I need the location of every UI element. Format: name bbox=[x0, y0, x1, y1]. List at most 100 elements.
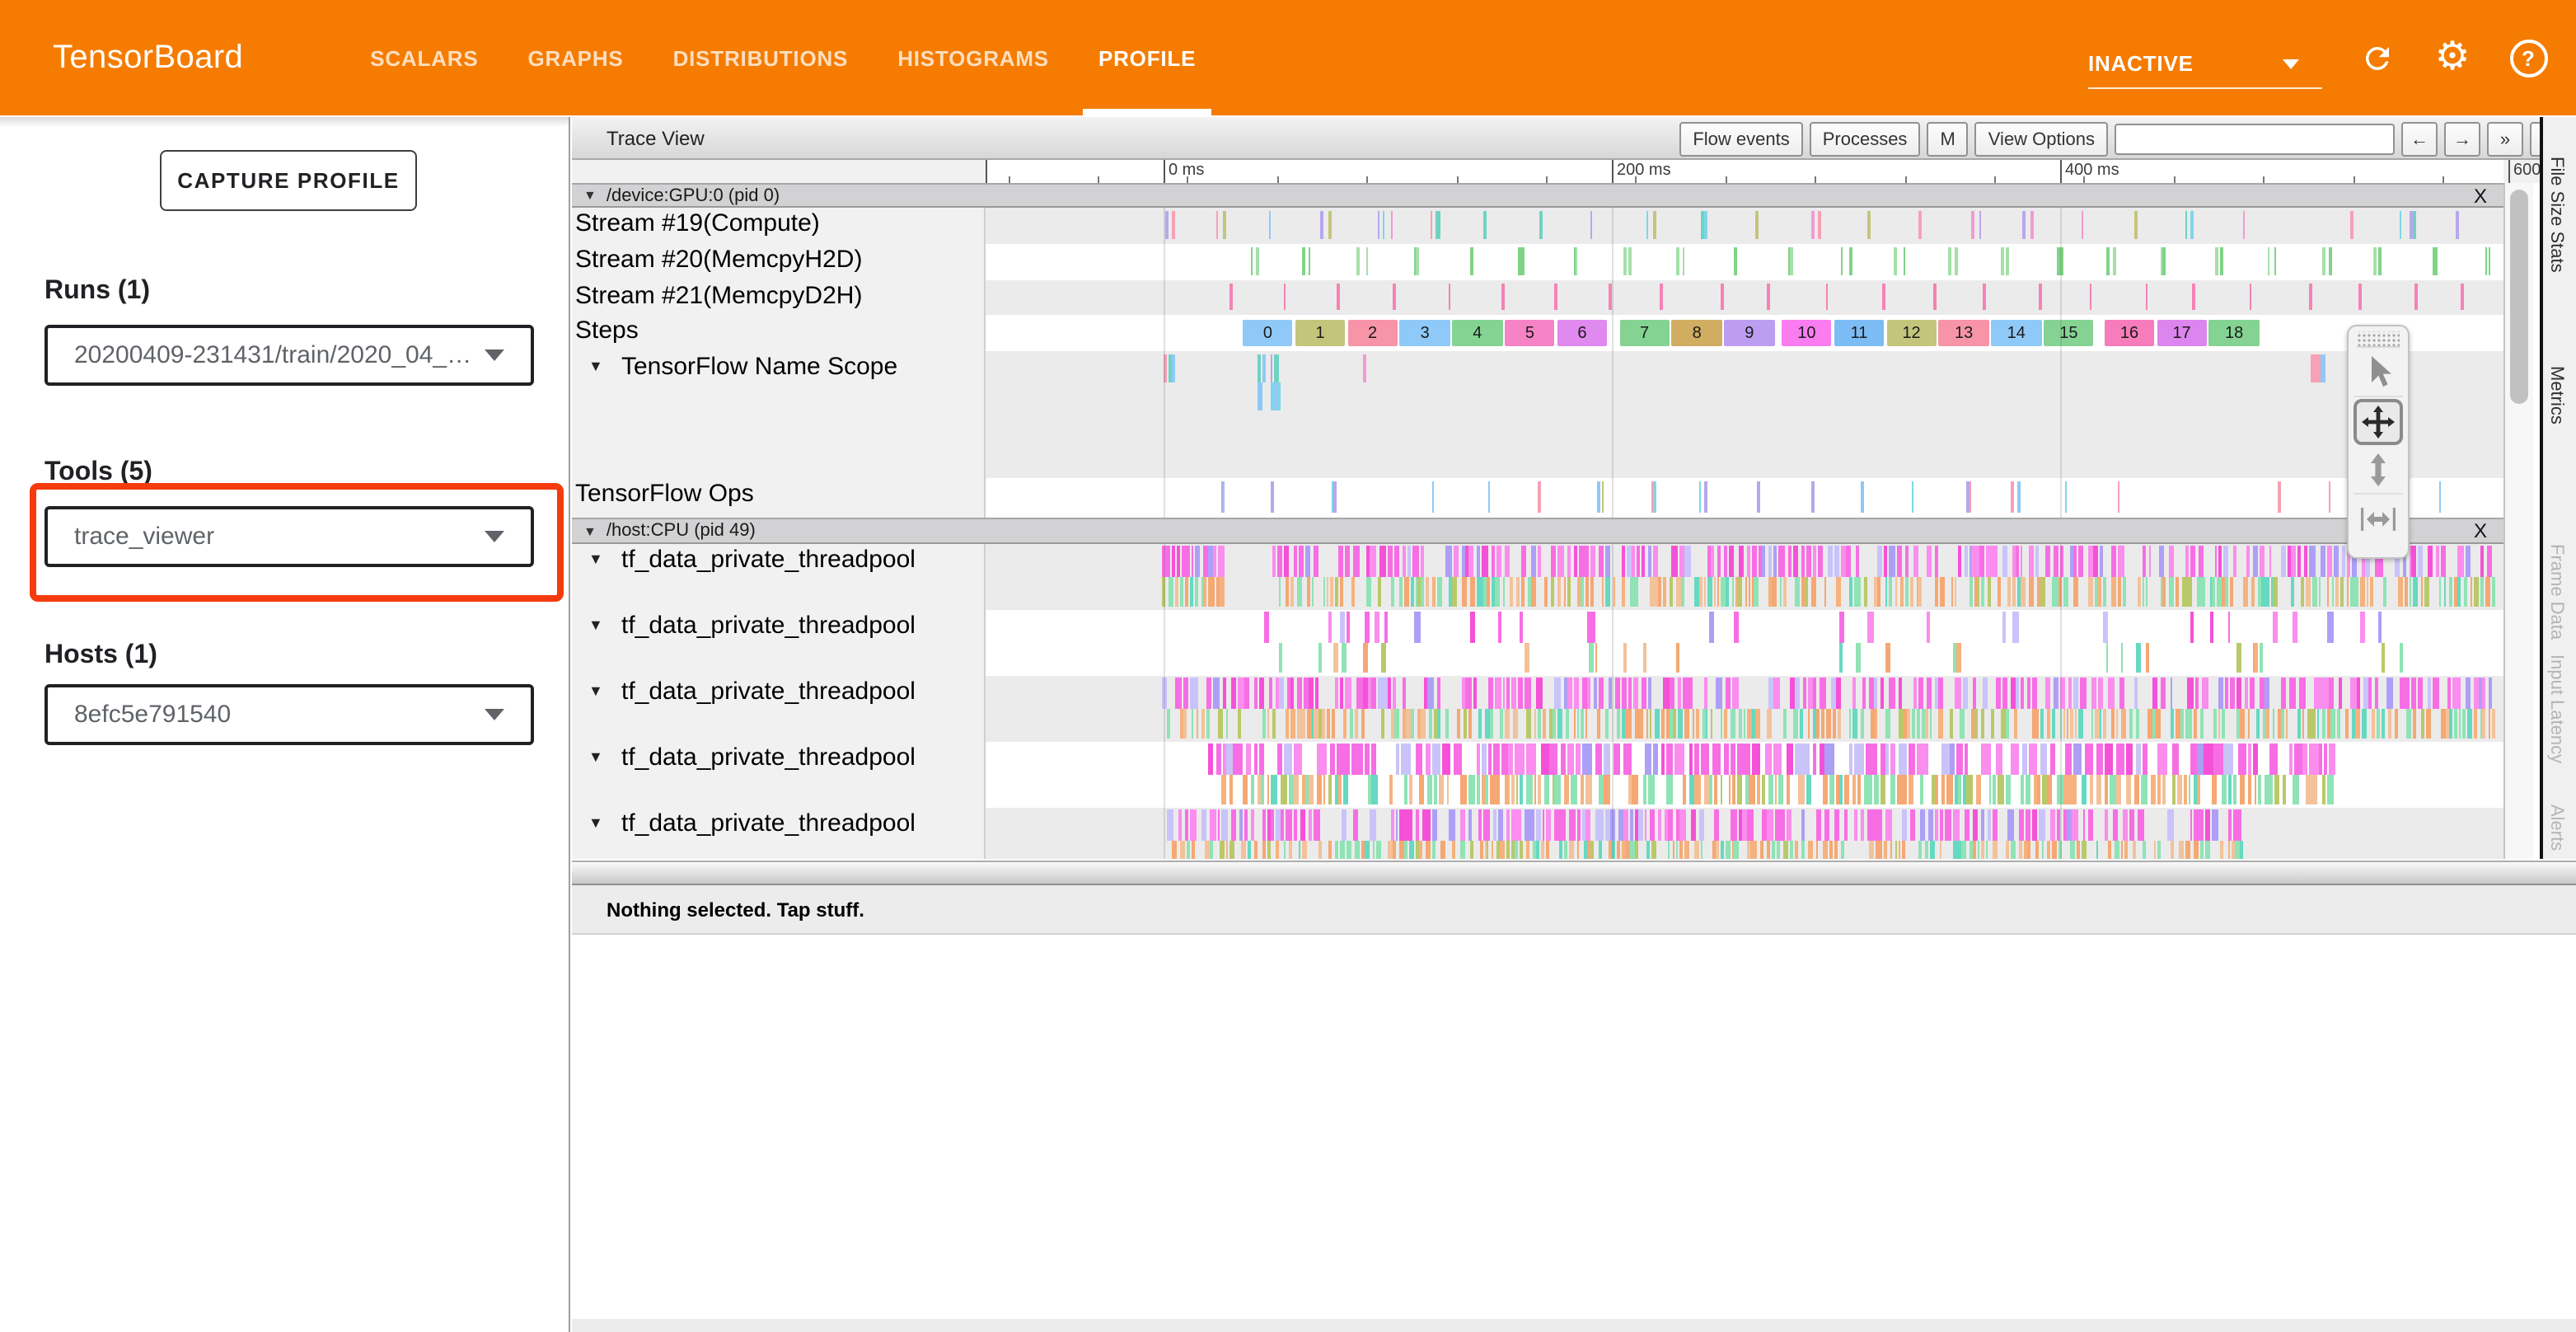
processes-button[interactable]: Processes bbox=[1810, 122, 1921, 157]
track-label[interactable]: ▼tf_data_private_threadpool bbox=[572, 610, 986, 676]
trace-event bbox=[1486, 775, 1489, 804]
track-events[interactable] bbox=[986, 244, 2503, 280]
tools-select[interactable]: trace_viewer bbox=[44, 506, 534, 567]
trace-event bbox=[2426, 709, 2430, 739]
tab-scalars[interactable]: SCALARS bbox=[345, 0, 503, 115]
hosts-select[interactable]: 8efc5e791540 bbox=[44, 684, 534, 745]
step-block[interactable]: 11 bbox=[1834, 320, 1885, 346]
step-block[interactable]: 15 bbox=[2044, 320, 2094, 346]
collapse-arrow-icon[interactable]: ▼ bbox=[588, 617, 603, 633]
step-block[interactable]: 0 bbox=[1243, 320, 1293, 346]
step-block[interactable]: 17 bbox=[2157, 320, 2207, 346]
track-events[interactable] bbox=[986, 676, 2503, 742]
step-block[interactable]: 13 bbox=[1939, 320, 1989, 346]
pan-tool[interactable] bbox=[2354, 399, 2403, 445]
step-block[interactable]: 6 bbox=[1557, 320, 1608, 346]
pan-right-button[interactable]: → bbox=[2444, 122, 2480, 157]
step-block[interactable]: 9 bbox=[1724, 320, 1774, 346]
scrollbar-thumb[interactable] bbox=[2510, 190, 2528, 404]
zoom-tool[interactable] bbox=[2354, 447, 2403, 495]
view-options-button[interactable]: View Options bbox=[1975, 122, 2108, 157]
close-section-button[interactable]: X bbox=[2474, 519, 2487, 542]
side-tab-frame-data[interactable]: Frame Data bbox=[2546, 544, 2566, 640]
pan-left-button[interactable]: ← bbox=[2401, 122, 2438, 157]
timing-tool[interactable] bbox=[2354, 496, 2403, 542]
step-block[interactable]: 2 bbox=[1347, 320, 1398, 346]
step-block[interactable]: 18 bbox=[2209, 320, 2260, 346]
side-tab-alerts[interactable]: Alerts bbox=[2546, 804, 2566, 851]
step-block[interactable]: 10 bbox=[1782, 320, 1832, 346]
track-events[interactable] bbox=[986, 478, 2503, 518]
side-tab-input-latency[interactable]: Input Latency bbox=[2546, 654, 2566, 763]
select-tool[interactable] bbox=[2354, 349, 2403, 397]
collapse-arrow-icon[interactable]: ▼ bbox=[588, 748, 603, 765]
trace-event bbox=[1567, 678, 1571, 709]
trace-event bbox=[2096, 743, 2103, 775]
track-label[interactable]: Stream #20(MemcpyH2D) bbox=[572, 244, 986, 280]
track-events[interactable] bbox=[986, 610, 2503, 676]
track-label[interactable]: ▼tf_data_private_threadpool bbox=[572, 808, 986, 859]
track-label[interactable]: ▼tf_data_private_threadpool bbox=[572, 676, 986, 742]
track-label[interactable]: TensorFlow Ops bbox=[572, 478, 986, 518]
side-tab-metrics[interactable]: Metrics bbox=[2546, 366, 2566, 424]
splitter[interactable] bbox=[572, 861, 2576, 885]
step-block[interactable]: 8 bbox=[1672, 320, 1722, 346]
trace-search-input[interactable] bbox=[2115, 124, 2395, 155]
collapse-arrow-icon[interactable]: ▼ bbox=[583, 188, 597, 203]
track-label[interactable]: Stream #19(Compute) bbox=[572, 208, 986, 244]
collapse-arrow-icon[interactable]: ▼ bbox=[588, 682, 603, 699]
process-section-header[interactable]: ▼/device:GPU:0 (pid 0)X bbox=[572, 183, 2503, 208]
runs-select[interactable]: 20200409-231431/train/2020_04_… bbox=[44, 325, 534, 386]
step-block[interactable]: 1 bbox=[1295, 320, 1346, 346]
flow-events-button[interactable]: Flow events bbox=[1679, 122, 1802, 157]
trace-event bbox=[2073, 678, 2077, 709]
side-tab-file-size-stats[interactable]: File Size Stats bbox=[2546, 157, 2566, 273]
vertical-scrollbar[interactable] bbox=[2503, 183, 2533, 859]
step-block[interactable]: 12 bbox=[1886, 320, 1937, 346]
step-block[interactable]: 14 bbox=[1991, 320, 2041, 346]
track-label[interactable]: ▼TensorFlow Name Scope bbox=[572, 351, 986, 478]
tab-profile[interactable]: PROFILE bbox=[1074, 0, 1220, 115]
track-events[interactable] bbox=[986, 742, 2503, 808]
track-events[interactable] bbox=[986, 544, 2503, 610]
step-block[interactable]: 4 bbox=[1452, 320, 1502, 346]
collapse-arrow-icon[interactable]: ▼ bbox=[588, 358, 603, 374]
collapse-arrow-icon[interactable]: ▼ bbox=[588, 551, 603, 567]
help-button[interactable]: ? bbox=[2507, 36, 2550, 79]
trace-event bbox=[2185, 841, 2190, 859]
step-block[interactable]: 5 bbox=[1505, 320, 1555, 346]
track-events[interactable] bbox=[986, 351, 2503, 478]
settings-button[interactable]: ⚙ bbox=[2431, 36, 2474, 79]
step-block[interactable]: 3 bbox=[1400, 320, 1450, 346]
track-events[interactable] bbox=[986, 208, 2503, 244]
tab-graphs[interactable]: GRAPHS bbox=[503, 0, 649, 115]
status-dropdown[interactable]: INACTIVE bbox=[2088, 40, 2322, 88]
close-section-button[interactable]: X bbox=[2474, 184, 2487, 207]
step-block[interactable]: 7 bbox=[1619, 320, 1670, 346]
trace-event bbox=[1774, 743, 1782, 775]
track-events[interactable] bbox=[986, 280, 2503, 315]
trace-event bbox=[1642, 678, 1646, 709]
step-block[interactable]: 16 bbox=[2105, 320, 2155, 346]
track-label[interactable]: Steps bbox=[572, 315, 986, 351]
process-section-header[interactable]: ▼/host:CPU (pid 49)X bbox=[572, 518, 2503, 544]
metrics-button[interactable]: M bbox=[1927, 122, 1968, 157]
palette-drag-handle[interactable] bbox=[2357, 331, 2400, 348]
tab-distributions[interactable]: DISTRIBUTIONS bbox=[649, 0, 873, 115]
track-events[interactable]: 0123456789101112131415161718 bbox=[986, 315, 2503, 351]
refresh-button[interactable] bbox=[2355, 36, 2398, 79]
collapse-arrow-icon[interactable]: ▼ bbox=[583, 523, 597, 538]
collapse-arrow-icon[interactable]: ▼ bbox=[588, 814, 603, 831]
track-label[interactable]: ▼tf_data_private_threadpool bbox=[572, 544, 986, 610]
skip-end-button[interactable]: » bbox=[2487, 122, 2523, 157]
capture-profile-button[interactable]: CAPTURE PROFILE bbox=[160, 150, 417, 211]
track-label-text: Stream #20(MemcpyH2D) bbox=[575, 246, 862, 274]
trace-event bbox=[1189, 577, 1193, 607]
trace-event bbox=[1516, 577, 1520, 607]
timeline-ruler[interactable]: 0 ms200 ms400 ms600 bbox=[572, 160, 2576, 183]
bottom-strip bbox=[572, 1319, 2576, 1332]
track-events[interactable] bbox=[986, 808, 2503, 859]
tab-histograms[interactable]: HISTOGRAMS bbox=[873, 0, 1074, 115]
track-label[interactable]: ▼tf_data_private_threadpool bbox=[572, 742, 986, 808]
track-label[interactable]: Stream #21(MemcpyD2H) bbox=[572, 280, 986, 315]
